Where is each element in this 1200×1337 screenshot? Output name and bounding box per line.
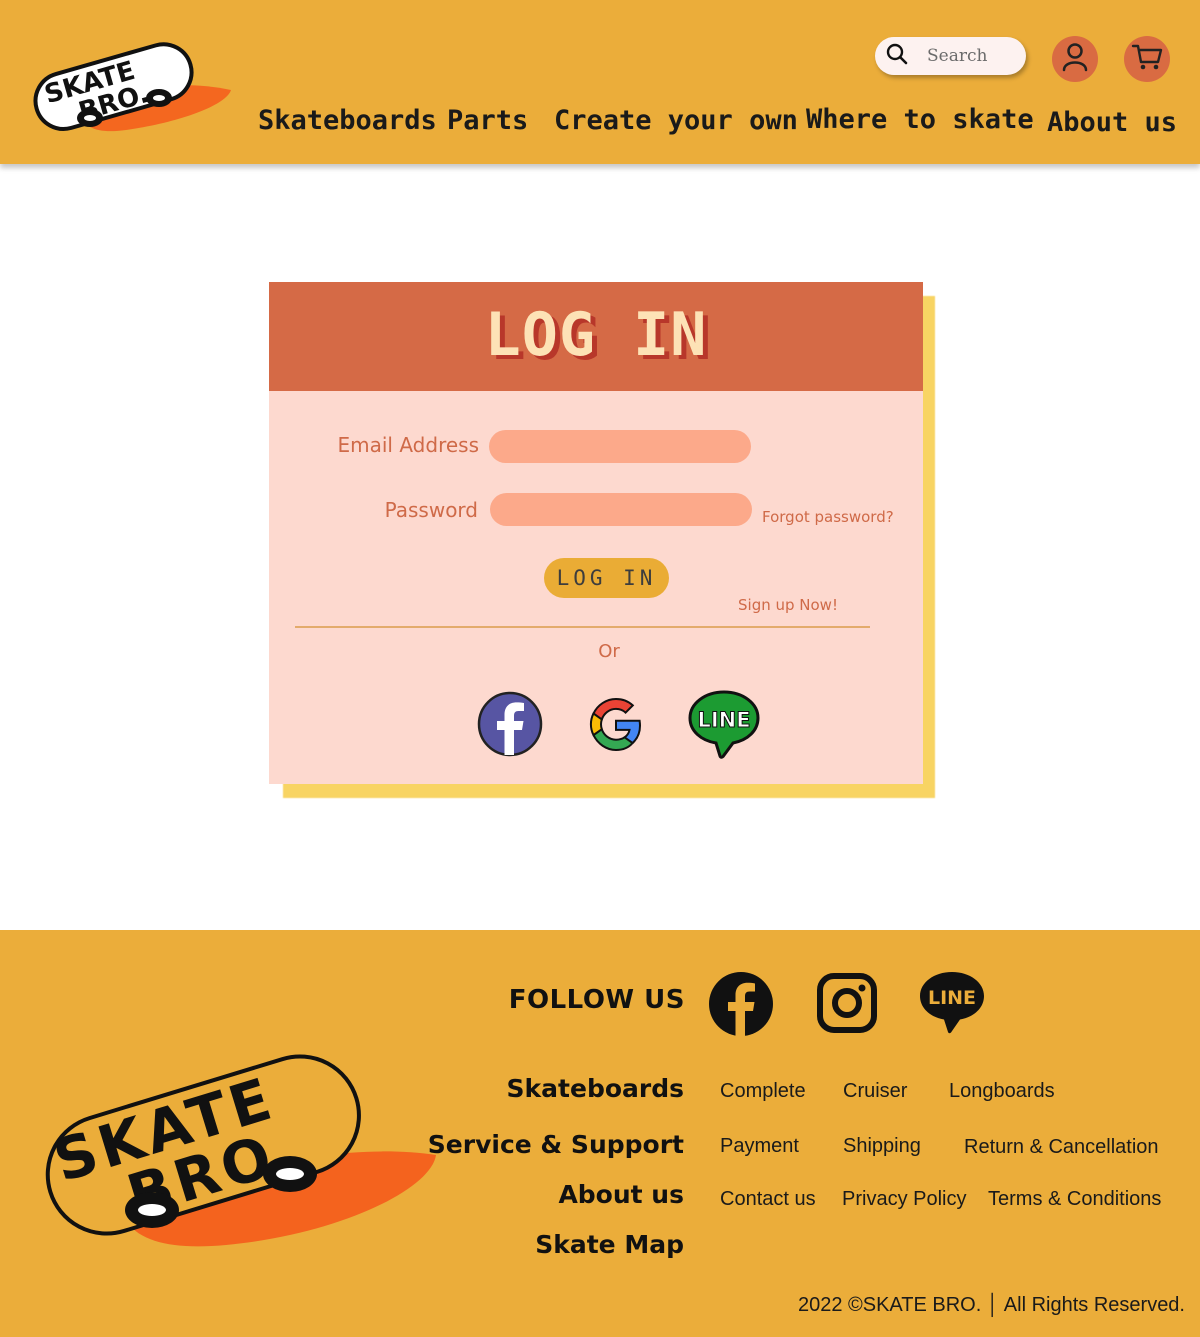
- footer-link-cruiser[interactable]: Cruiser: [843, 1080, 907, 1103]
- password-field[interactable]: [490, 493, 752, 526]
- password-label: Password: [384, 498, 478, 522]
- footer-link-contact-us[interactable]: Contact us: [720, 1188, 816, 1211]
- footer-line-link[interactable]: LINE: [918, 970, 986, 1038]
- facebook-login-button[interactable]: [477, 691, 543, 761]
- footer-instagram-link[interactable]: [816, 972, 878, 1038]
- footer-heading-service-support[interactable]: Service & Support: [384, 1130, 684, 1159]
- nav-where-to-skate[interactable]: Where to skate: [806, 104, 1034, 135]
- footer-link-longboards[interactable]: Longboards: [949, 1080, 1055, 1103]
- footer-link-privacy-policy[interactable]: Privacy Policy: [842, 1188, 966, 1211]
- facebook-icon: [708, 972, 774, 1041]
- nav-skateboards[interactable]: Skateboards: [258, 105, 437, 136]
- footer-facebook-link[interactable]: [708, 971, 774, 1041]
- email-label: Email Address: [337, 433, 480, 457]
- user-icon: [1061, 42, 1089, 76]
- login-title: LOG IN: [484, 300, 708, 370]
- nav-parts[interactable]: Parts: [447, 105, 528, 136]
- search-input[interactable]: Search: [927, 46, 987, 66]
- instagram-icon: [816, 973, 878, 1038]
- search-icon: [885, 42, 909, 70]
- login-button[interactable]: LOG IN: [544, 558, 669, 598]
- signup-link[interactable]: Sign up Now!: [738, 596, 838, 614]
- copyright: 2022 ©SKATE BRO. │ All Rights Reserved.: [797, 1294, 1185, 1316]
- shopping-cart-icon: [1131, 42, 1163, 76]
- line-icon: LINE: [918, 972, 986, 1038]
- or-text: Or: [598, 641, 620, 662]
- search-bar[interactable]: Search: [875, 37, 1026, 75]
- footer-link-terms-conditions[interactable]: Terms & Conditions: [988, 1188, 1161, 1211]
- nav-about-us[interactable]: About us: [1047, 107, 1177, 138]
- footer-link-return-cancellation[interactable]: Return & Cancellation: [964, 1136, 1159, 1159]
- nav-create-your-own[interactable]: Create your own: [554, 105, 798, 136]
- footer-logo[interactable]: SKATE BRO.: [36, 1030, 441, 1259]
- google-login-button[interactable]: [588, 697, 644, 757]
- cart-button[interactable]: [1124, 36, 1170, 82]
- site-logo[interactable]: SKATE BRO.: [26, 28, 236, 138]
- forgot-password-link[interactable]: Forgot password?: [762, 508, 894, 526]
- footer-heading-about-us[interactable]: About us: [384, 1180, 684, 1209]
- svg-text:LINE: LINE: [697, 708, 750, 732]
- line-login-button[interactable]: LINE: [688, 690, 760, 764]
- footer-link-complete[interactable]: Complete: [720, 1080, 806, 1103]
- google-icon: [588, 697, 644, 757]
- email-field[interactable]: [489, 430, 751, 463]
- account-button[interactable]: [1052, 36, 1098, 82]
- footer-heading-skateboards[interactable]: Skateboards: [384, 1074, 684, 1103]
- svg-text:LINE: LINE: [928, 987, 976, 1009]
- footer-heading-skate-map[interactable]: Skate Map: [384, 1230, 684, 1259]
- follow-us-heading: FOLLOW US: [508, 985, 685, 1015]
- line-icon: LINE: [688, 690, 760, 764]
- footer-link-payment[interactable]: Payment: [720, 1135, 799, 1158]
- footer-link-shipping[interactable]: Shipping: [843, 1135, 921, 1158]
- facebook-icon: [477, 691, 543, 761]
- divider: [295, 626, 870, 628]
